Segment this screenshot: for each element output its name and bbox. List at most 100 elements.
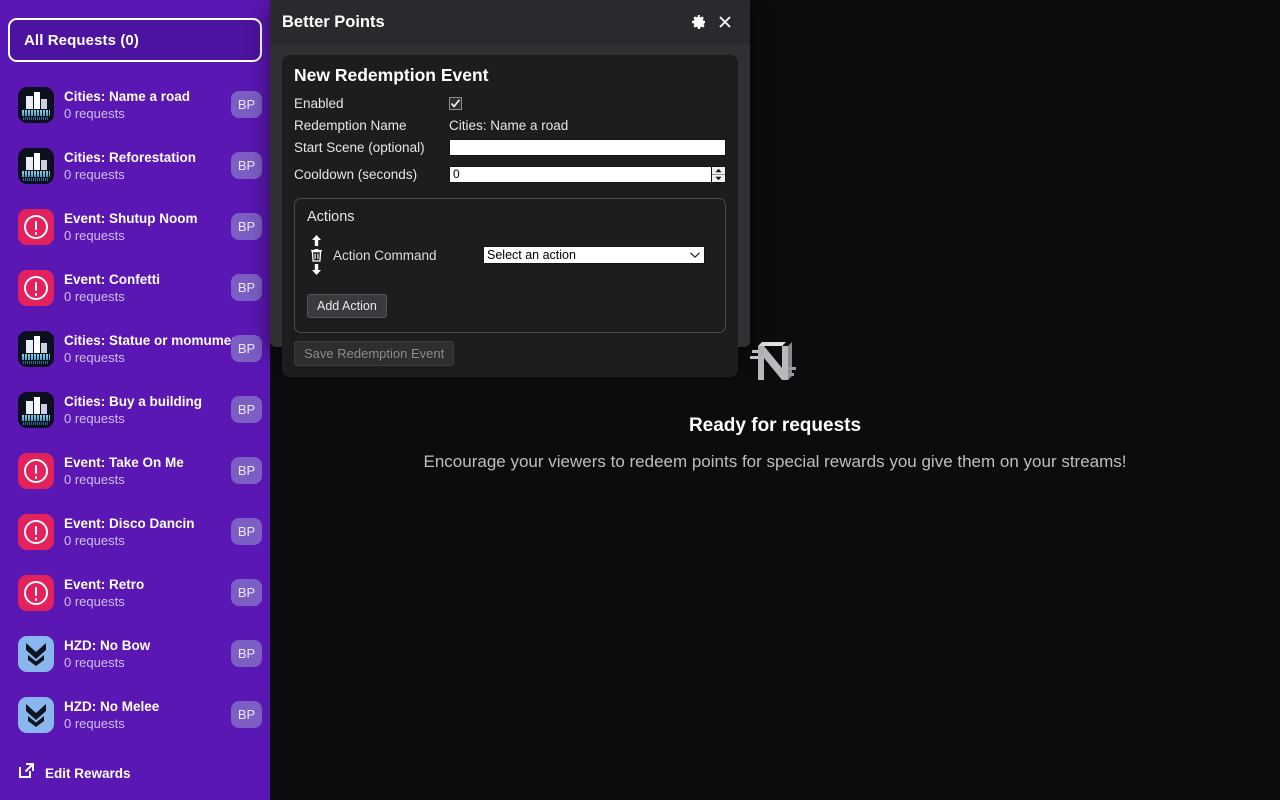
external-link-icon (18, 762, 35, 784)
trash-icon[interactable] (310, 248, 323, 262)
cooldown-stepper (449, 165, 726, 183)
reward-title: Cities: Statue or momument (64, 332, 245, 348)
reward-title: Event: Confetti (64, 271, 160, 287)
reward-source-badge: BP (231, 91, 262, 118)
cooldown-label: Cooldown (seconds) (294, 166, 418, 182)
cities-skylines-icon (18, 147, 54, 184)
all-requests-label: All Requests (0) (24, 31, 139, 49)
field-row-cooldown: Cooldown (seconds) (294, 163, 726, 185)
spinner-up-icon[interactable] (712, 167, 725, 175)
start-scene-input[interactable] (449, 138, 726, 156)
horizon-chevron-icon (18, 635, 54, 672)
reward-request-count: 0 requests (64, 349, 125, 365)
reward-list-item[interactable]: Event: Shutup Noom 0 requests BP (0, 196, 270, 257)
redemption-name-value: Cities: Name a road (449, 117, 569, 133)
alert-circle-icon (18, 513, 54, 550)
alert-circle-icon (18, 269, 54, 306)
reward-list-item[interactable]: Event: Retro 0 requests BP (0, 562, 270, 623)
reward-source-badge: BP (231, 152, 262, 179)
reward-request-count: 0 requests (64, 715, 125, 731)
spinner-down-icon[interactable] (712, 174, 725, 182)
reward-source-badge: BP (231, 518, 262, 545)
dialog-titlebar: Better Points (270, 0, 750, 44)
reward-source-badge: BP (231, 457, 262, 484)
reward-list-item[interactable]: Cities: Buy a building 0 requests BP (0, 379, 270, 440)
reward-source-badge: BP (231, 579, 262, 606)
actions-section-title: Actions (307, 209, 355, 225)
action-command-label: Action Command (333, 247, 437, 263)
reward-source-badge: BP (231, 335, 262, 362)
horizon-chevron-icon (18, 696, 54, 733)
cities-skylines-icon (18, 86, 54, 123)
dialog-body: New Redemption Event Enabled Redemption … (270, 44, 750, 389)
redemption-form-card: New Redemption Event Enabled Redemption … (282, 55, 738, 377)
reward-list-item[interactable]: Event: Disco Dancin 0 requests BP (0, 501, 270, 562)
reward-list-item[interactable]: Event: Confetti 0 requests BP (0, 257, 270, 318)
reward-request-count: 0 requests (64, 166, 125, 182)
reward-title: Cities: Buy a building (64, 393, 203, 409)
field-row-start-scene: Start Scene (optional) (294, 136, 726, 158)
reward-source-badge: BP (231, 213, 262, 240)
reward-title: HZD: No Bow (64, 637, 151, 653)
action-select[interactable]: Select an action (483, 246, 705, 264)
edit-rewards-link[interactable]: Edit Rewards (18, 762, 131, 784)
reward-title: Event: Shutup Noom (64, 210, 198, 226)
reward-title: Event: Retro (64, 576, 145, 592)
cooldown-input[interactable] (449, 165, 711, 183)
reward-source-badge: BP (231, 396, 262, 423)
reward-title: Cities: Reforestation (64, 149, 197, 165)
reward-list-item[interactable]: Cities: Name a road 0 requests BP (0, 74, 270, 135)
redemption-name-label: Redemption Name (294, 117, 407, 133)
reward-list-item[interactable]: Cities: Reforestation 0 requests BP (0, 135, 270, 196)
close-icon[interactable] (712, 9, 738, 35)
reward-source-badge: BP (231, 701, 262, 728)
alert-circle-icon (18, 208, 54, 245)
alert-circle-icon (18, 452, 54, 489)
alert-circle-icon (18, 574, 54, 611)
reward-title: Cities: Name a road (64, 88, 191, 104)
form-title: New Redemption Event (294, 65, 489, 85)
arrow-up-icon[interactable] (311, 234, 322, 247)
edit-rewards-label: Edit Rewards (45, 765, 131, 781)
action-select-value: Select an action (487, 248, 576, 262)
field-row-enabled: Enabled (294, 92, 726, 114)
reward-source-badge: BP (231, 274, 262, 301)
chevron-down-icon (689, 248, 701, 262)
reward-request-count: 0 requests (64, 654, 125, 670)
reward-title: Event: Disco Dancin (64, 515, 195, 531)
save-redemption-event-button[interactable]: Save Redemption Event (294, 341, 455, 366)
enabled-checkbox[interactable] (449, 96, 462, 110)
arrow-down-icon[interactable] (311, 263, 322, 276)
reward-list-item[interactable]: HZD: No Melee 0 requests BP (0, 684, 270, 745)
dialog-title: Better Points (282, 12, 385, 31)
reward-request-count: 0 requests (64, 532, 125, 548)
start-scene-label: Start Scene (optional) (294, 139, 425, 155)
all-requests-filter-button[interactable]: All Requests (0) (8, 18, 262, 62)
cities-skylines-icon (18, 391, 54, 428)
enabled-label: Enabled (294, 95, 344, 111)
reward-request-count: 0 requests (64, 105, 125, 121)
app-root: All Requests (0) Cities: Name a road 0 re… (0, 0, 1280, 800)
add-action-button[interactable]: Add Action (307, 294, 387, 318)
action-row-controls (307, 234, 325, 276)
reward-source-badge: BP (231, 640, 262, 667)
reward-title: HZD: No Melee (64, 698, 160, 714)
reward-list-item[interactable]: Cities: Statue or momument 0 requests BP (0, 318, 270, 379)
reward-request-count: 0 requests (64, 593, 125, 609)
reward-request-count: 0 requests (64, 471, 125, 487)
empty-state-title: Ready for requests (688, 415, 862, 436)
reward-list: Cities: Name a road 0 requests BP Cities: R… (0, 74, 270, 745)
better-points-dialog: Better Points New Redemption Event Enabl… (270, 0, 750, 377)
actions-section: Actions Action Command Select an action … (294, 198, 726, 333)
field-row-redemption-name: Redemption Name Cities: Name a road (294, 114, 726, 136)
gear-icon[interactable] (686, 9, 712, 35)
empty-state-subtitle: Encourage your viewers to redeem points … (423, 452, 1127, 471)
reward-request-count: 0 requests (64, 410, 125, 426)
cooldown-spinner[interactable] (711, 165, 726, 183)
reward-title: Event: Take On Me (64, 454, 184, 470)
reward-list-item[interactable]: HZD: No Bow 0 requests BP (0, 623, 270, 684)
reward-request-count: 0 requests (64, 288, 125, 304)
reward-list-item[interactable]: Event: Take On Me 0 requests BP (0, 440, 270, 501)
cities-skylines-icon (18, 330, 54, 367)
reward-request-count: 0 requests (64, 227, 125, 243)
